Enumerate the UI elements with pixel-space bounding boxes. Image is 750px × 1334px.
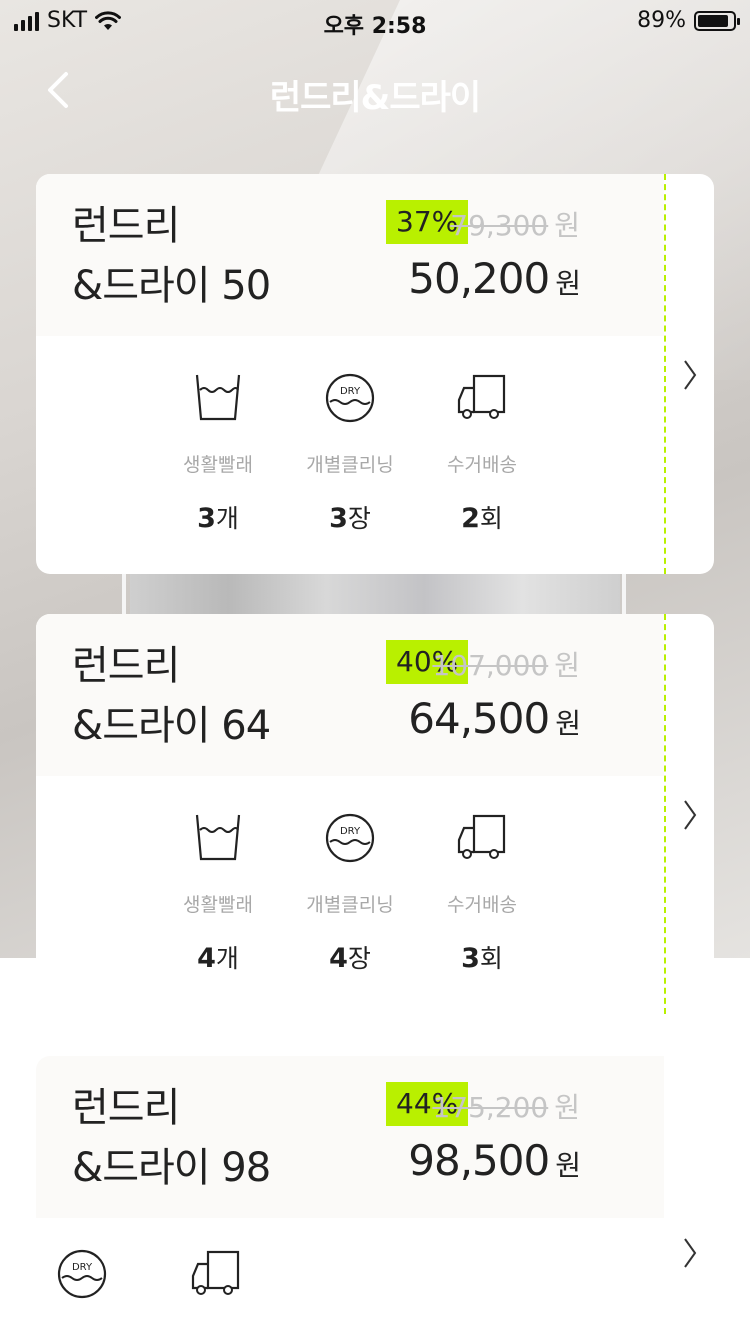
laundry-basket-icon: [195, 814, 241, 861]
card-dashed-divider: [664, 174, 666, 574]
feature-value: 2회: [412, 499, 552, 535]
feature-value: 3개: [148, 499, 288, 535]
card-dashed-divider: [664, 614, 666, 1014]
product-name: 런드리 &드라이 98: [72, 1078, 271, 1198]
currency-label: 원: [555, 267, 581, 300]
delivery-truck-icon: [457, 374, 506, 419]
status-bar: SKT 오후 2:58 89%: [0, 0, 750, 40]
feature-count: 4: [329, 943, 348, 974]
clothes-rack-pole: [122, 574, 126, 618]
product-card[interactable]: 런드리 &드라이 64 40% 107,000 원 64,500 원 생활빨래 4개…: [36, 614, 714, 1014]
feature-daily-laundry: 생활빨래 3개: [148, 372, 288, 535]
chevron-right-icon[interactable]: [680, 1236, 700, 1270]
product-card-header: 런드리 &드라이 64 40% 107,000 원 64,500 원: [36, 614, 664, 776]
feature-unit: 회: [479, 504, 503, 533]
dry-clean-icon: DRY: [325, 813, 375, 863]
dry-clean-icon: DRY: [325, 373, 375, 423]
sale-price: 50,200 원: [408, 254, 581, 303]
currency-label: 원: [554, 649, 580, 682]
feature-unit: 개: [215, 504, 239, 533]
original-price-value: 107,000: [432, 649, 549, 682]
original-price: 107,000 원: [432, 644, 580, 684]
original-price-value: 175,200: [432, 1091, 549, 1124]
product-name-line2: &드라이 50: [72, 263, 271, 309]
feature-count: 3: [461, 943, 480, 974]
product-name: 런드리 &드라이 50: [72, 196, 271, 316]
product-card[interactable]: 런드리 &드라이 50 37% 79,300 원 50,200 원 생활빨래 3개 …: [36, 174, 714, 574]
feature-pickup-delivery: 수거배송 3회: [412, 812, 552, 975]
sale-price-value: 98,500: [408, 1136, 550, 1185]
feature-unit: 회: [479, 944, 503, 973]
feature-label: 수거배송: [447, 894, 517, 916]
currency-label: 원: [555, 707, 581, 740]
dry-icon-text: DRY: [340, 826, 361, 837]
dry-icon-text: DRY: [340, 386, 361, 397]
feature-label: 개별클리닝: [306, 894, 394, 916]
clothes-rack-pole: [622, 574, 626, 618]
sale-price-value: 50,200: [408, 254, 550, 303]
battery-icon: [694, 10, 740, 31]
delivery-truck-icon: [191, 1250, 240, 1295]
original-price: 175,200 원: [432, 1086, 580, 1126]
product-name-line2: &드라이 64: [72, 703, 271, 749]
sale-price: 64,500 원: [408, 694, 581, 743]
product-card[interactable]: 런드리 &드라이 98 44% 175,200 원 98,500 원 DRY: [36, 1056, 714, 1334]
laundry-basket-icon: [195, 374, 241, 421]
feature-count: 3: [197, 503, 216, 534]
product-card-header: 런드리 &드라이 98 44% 175,200 원 98,500 원: [36, 1056, 664, 1218]
nav-bar: 런드리&드라이: [0, 60, 750, 120]
feature-unit: 장: [347, 504, 371, 533]
feature-dry-clean: DRY 개별클리닝 4장: [280, 812, 420, 975]
dry-icon-text: DRY: [72, 1262, 93, 1273]
feature-count: 3: [329, 503, 348, 534]
feature-pickup-delivery: 수거배송 2회: [412, 372, 552, 535]
original-price-value: 79,300: [450, 209, 549, 242]
feature-label: 수거배송: [447, 454, 517, 476]
feature-unit: 개: [215, 944, 239, 973]
feature-label: 생활빨래: [183, 894, 253, 916]
feature-unit: 장: [347, 944, 371, 973]
feature-count: 4: [197, 943, 216, 974]
battery-percent: 89%: [637, 8, 686, 33]
background-clothes: [130, 574, 620, 618]
feature-dry-clean: DRY 개별클리닝 3장: [280, 372, 420, 535]
chevron-right-icon[interactable]: [680, 798, 700, 832]
status-right: 89%: [637, 8, 740, 33]
sale-price: 98,500 원: [408, 1136, 581, 1185]
feature-value: 4장: [280, 939, 420, 975]
original-price: 79,300 원: [450, 204, 580, 244]
feature-value: 3회: [412, 939, 552, 975]
currency-label: 원: [555, 1149, 581, 1182]
product-name-line1: 런드리: [72, 643, 180, 689]
currency-label: 원: [554, 1091, 580, 1124]
feature-value: 4개: [148, 939, 288, 975]
delivery-truck-icon: [457, 814, 506, 859]
chevron-right-icon[interactable]: [680, 358, 700, 392]
product-name-line2: &드라이 98: [72, 1145, 271, 1191]
feature-label: 개별클리닝: [306, 454, 394, 476]
currency-label: 원: [554, 209, 580, 242]
feature-label: 생활빨래: [183, 454, 253, 476]
product-card-header: 런드리 &드라이 50 37% 79,300 원 50,200 원: [36, 174, 664, 336]
product-name: 런드리 &드라이 64: [72, 636, 271, 756]
page-title: 런드리&드라이: [269, 78, 481, 118]
product-name-line1: 런드리: [72, 203, 180, 249]
feature-value: 3장: [280, 499, 420, 535]
product-name-line1: 런드리: [72, 1085, 180, 1131]
sale-price-value: 64,500: [408, 694, 550, 743]
feature-count: 2: [461, 503, 480, 534]
feature-daily-laundry: 생활빨래 4개: [148, 812, 288, 975]
dry-clean-icon: DRY: [57, 1249, 107, 1299]
